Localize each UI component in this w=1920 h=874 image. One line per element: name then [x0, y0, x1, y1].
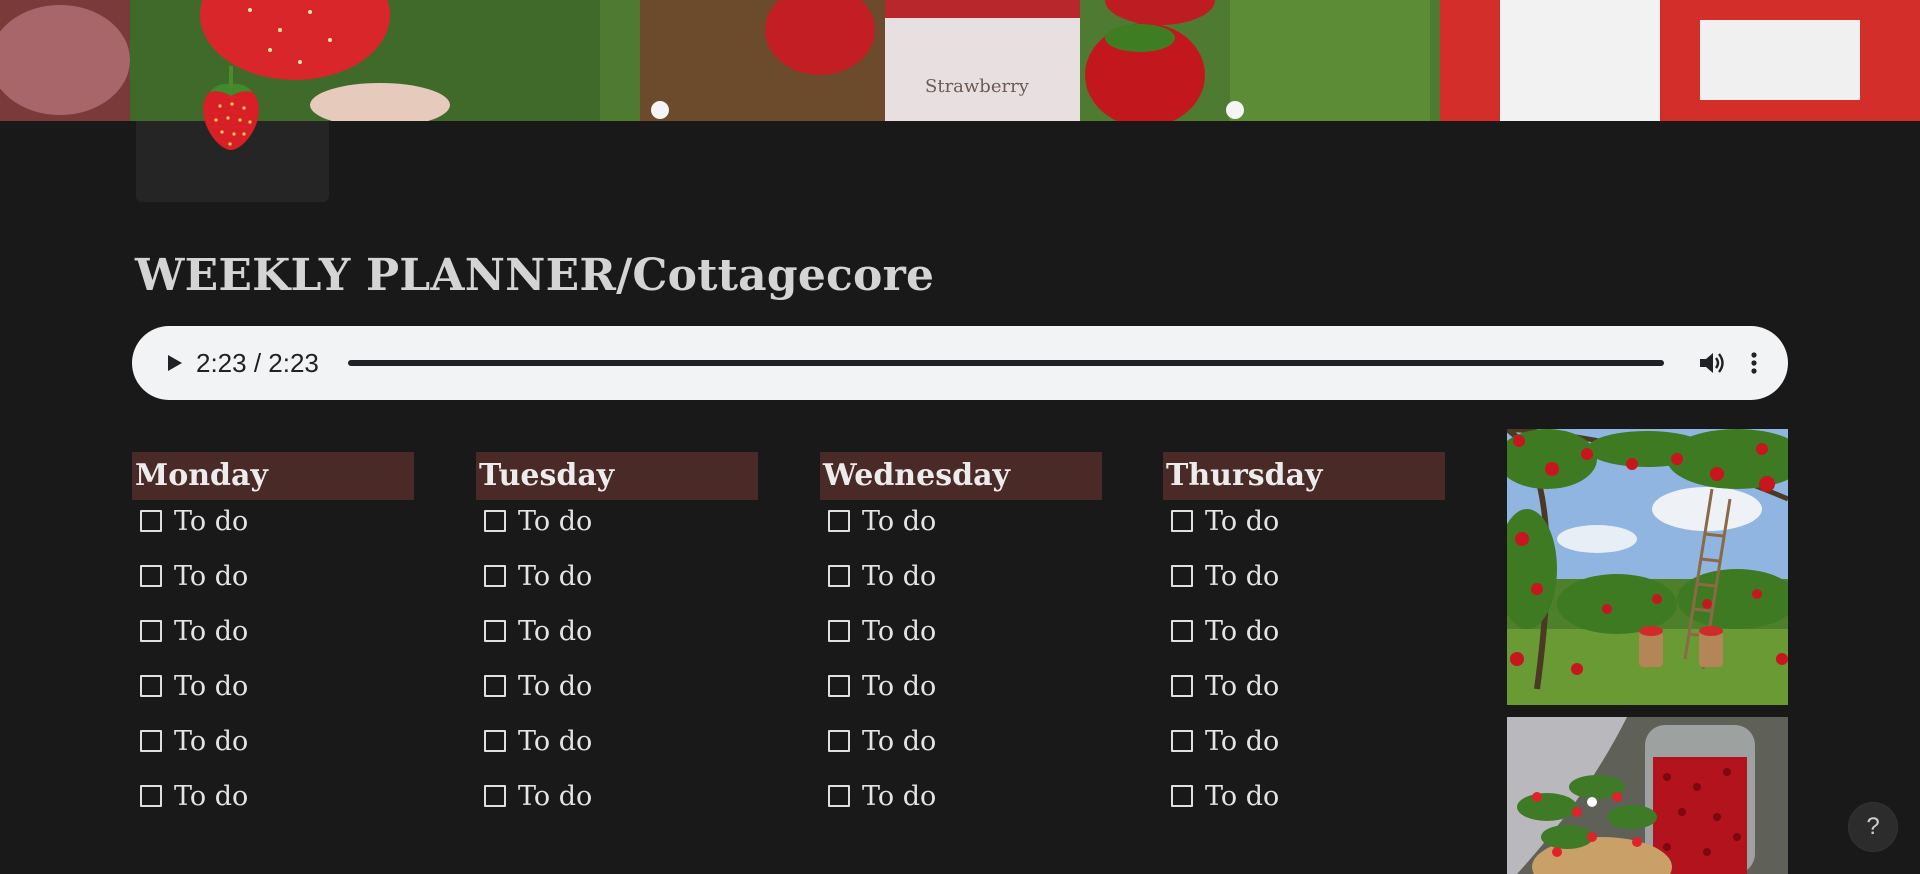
todo-label[interactable]: To do	[862, 726, 936, 757]
todo-checkbox[interactable]	[828, 730, 850, 752]
todo-label[interactable]: To do	[518, 671, 592, 702]
audio-progress-bar[interactable]	[348, 360, 1664, 366]
todo-item: To do	[132, 500, 414, 555]
todo-label[interactable]: To do	[518, 506, 592, 537]
todo-label[interactable]: To do	[174, 671, 248, 702]
todo-item: To do	[1163, 720, 1445, 775]
todo-label[interactable]: To do	[518, 726, 592, 757]
day-column-tuesday: Tuesday To do To do To do To do To do To…	[476, 452, 758, 830]
todo-item: To do	[132, 555, 414, 610]
todo-item: To do	[476, 665, 758, 720]
todo-item: To do	[820, 720, 1102, 775]
todo-checkbox[interactable]	[1171, 730, 1193, 752]
todo-label[interactable]: To do	[862, 506, 936, 537]
day-column-thursday: Thursday To do To do To do To do To do T…	[1163, 452, 1445, 830]
svg-text:Strawberry: Strawberry	[925, 76, 1030, 97]
todo-item: To do	[820, 610, 1102, 665]
todo-checkbox[interactable]	[484, 785, 506, 807]
todo-checkbox[interactable]	[140, 675, 162, 697]
todo-label[interactable]: To do	[1205, 726, 1279, 757]
todo-item: To do	[820, 500, 1102, 555]
cover-image: Strawberry	[0, 0, 1920, 121]
strawberry-icon[interactable]	[196, 56, 266, 152]
todo-label[interactable]: To do	[174, 781, 248, 812]
todo-label[interactable]: To do	[518, 616, 592, 647]
todo-label[interactable]: To do	[862, 561, 936, 592]
todo-item: To do	[476, 610, 758, 665]
todo-checkbox[interactable]	[140, 510, 162, 532]
todo-label[interactable]: To do	[518, 561, 592, 592]
todo-checkbox[interactable]	[1171, 565, 1193, 587]
todo-item: To do	[1163, 665, 1445, 720]
volume-icon[interactable]	[1696, 348, 1726, 378]
todo-item: To do	[132, 775, 414, 830]
todo-label[interactable]: To do	[174, 506, 248, 537]
todo-checkbox[interactable]	[140, 565, 162, 587]
todo-item: To do	[1163, 610, 1445, 665]
todo-item: To do	[820, 555, 1102, 610]
todo-checkbox[interactable]	[828, 510, 850, 532]
todo-label[interactable]: To do	[174, 616, 248, 647]
todo-checkbox[interactable]	[828, 620, 850, 642]
todo-item: To do	[132, 720, 414, 775]
todo-checkbox[interactable]	[828, 565, 850, 587]
todo-label[interactable]: To do	[1205, 616, 1279, 647]
day-column-wednesday: Wednesday To do To do To do To do To do …	[820, 452, 1102, 830]
day-heading[interactable]: Thursday	[1163, 452, 1445, 500]
strawberry-jar-image	[1507, 717, 1788, 874]
todo-checkbox[interactable]	[1171, 620, 1193, 642]
todo-checkbox[interactable]	[484, 565, 506, 587]
audio-progress-fill	[348, 360, 1664, 366]
page-title[interactable]: WEEKLY PLANNER/Cottagecore	[135, 250, 934, 301]
play-icon[interactable]	[160, 349, 188, 377]
todo-label[interactable]: To do	[1205, 561, 1279, 592]
todo-label[interactable]: To do	[518, 781, 592, 812]
todo-label[interactable]: To do	[1205, 506, 1279, 537]
todo-checkbox[interactable]	[1171, 785, 1193, 807]
orchard-image	[1507, 429, 1788, 705]
todo-checkbox[interactable]	[484, 675, 506, 697]
more-options-icon[interactable]	[1744, 348, 1764, 378]
todo-label[interactable]: To do	[174, 726, 248, 757]
todo-item: To do	[476, 720, 758, 775]
day-heading[interactable]: Tuesday	[476, 452, 758, 500]
todo-item: To do	[132, 610, 414, 665]
todo-item: To do	[820, 665, 1102, 720]
todo-checkbox[interactable]	[1171, 675, 1193, 697]
todo-label[interactable]: To do	[1205, 671, 1279, 702]
todo-item: To do	[1163, 775, 1445, 830]
todo-item: To do	[476, 775, 758, 830]
todo-checkbox[interactable]	[140, 785, 162, 807]
todo-label[interactable]: To do	[174, 561, 248, 592]
todo-checkbox[interactable]	[484, 730, 506, 752]
todo-checkbox[interactable]	[1171, 510, 1193, 532]
todo-label[interactable]: To do	[1205, 781, 1279, 812]
todo-item: To do	[1163, 555, 1445, 610]
todo-checkbox[interactable]	[828, 675, 850, 697]
todo-item: To do	[1163, 500, 1445, 555]
day-column-monday: Monday To do To do To do To do To do To …	[132, 452, 414, 830]
todo-label[interactable]: To do	[862, 671, 936, 702]
todo-item: To do	[132, 665, 414, 720]
todo-item: To do	[476, 555, 758, 610]
day-heading[interactable]: Wednesday	[820, 452, 1102, 500]
audio-player[interactable]: 2:23 / 2:23	[132, 326, 1788, 400]
todo-checkbox[interactable]	[140, 730, 162, 752]
todo-checkbox[interactable]	[140, 620, 162, 642]
todo-label[interactable]: To do	[862, 616, 936, 647]
todo-item: To do	[476, 500, 758, 555]
help-button[interactable]: ?	[1849, 803, 1897, 851]
audio-time: 2:23 / 2:23	[196, 348, 319, 378]
todo-checkbox[interactable]	[828, 785, 850, 807]
todo-checkbox[interactable]	[484, 510, 506, 532]
todo-checkbox[interactable]	[484, 620, 506, 642]
todo-item: To do	[820, 775, 1102, 830]
todo-label[interactable]: To do	[862, 781, 936, 812]
day-heading[interactable]: Monday	[132, 452, 414, 500]
